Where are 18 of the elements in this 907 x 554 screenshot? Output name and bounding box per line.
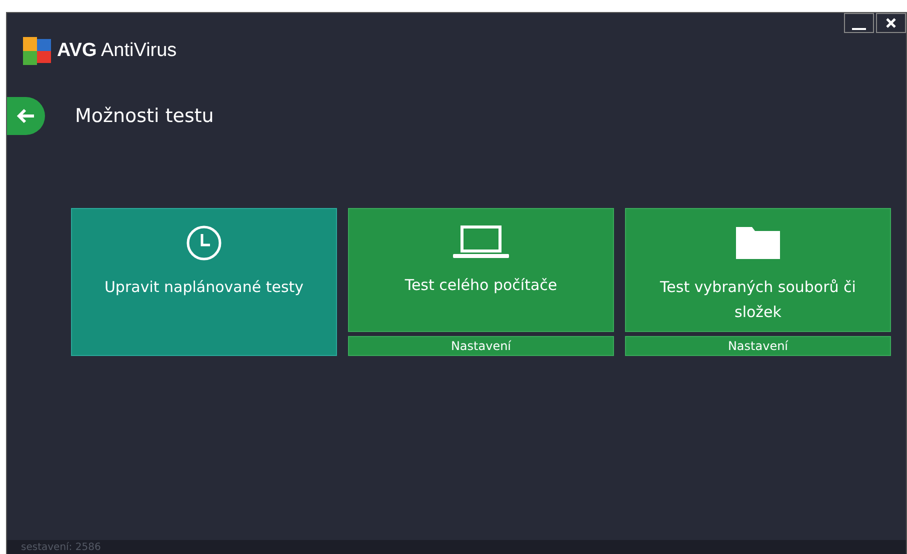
scan-tile[interactable]: Test vybraných souborů či složek — [625, 208, 891, 332]
logo-icon — [23, 37, 53, 65]
back-arrow-icon — [16, 108, 36, 124]
scan-tile[interactable]: Upravit naplánované testy — [71, 208, 337, 356]
minimize-button[interactable] — [844, 13, 874, 33]
settings-button[interactable]: Nastavení — [625, 336, 891, 356]
close-button[interactable] — [876, 13, 906, 33]
settings-button[interactable]: Nastavení — [348, 336, 614, 356]
close-icon — [886, 18, 896, 28]
clock-icon — [186, 225, 222, 261]
build-number: sestavení: 2586 — [21, 540, 101, 554]
page-title: Možnosti testu — [75, 105, 214, 127]
scan-tile[interactable]: Test celého počítače — [348, 208, 614, 332]
laptop-icon — [453, 225, 509, 259]
app-title: AVG AntiVirus — [57, 40, 177, 62]
minimize-icon — [852, 28, 866, 30]
folder-icon — [734, 225, 782, 261]
back-button[interactable] — [7, 97, 45, 135]
